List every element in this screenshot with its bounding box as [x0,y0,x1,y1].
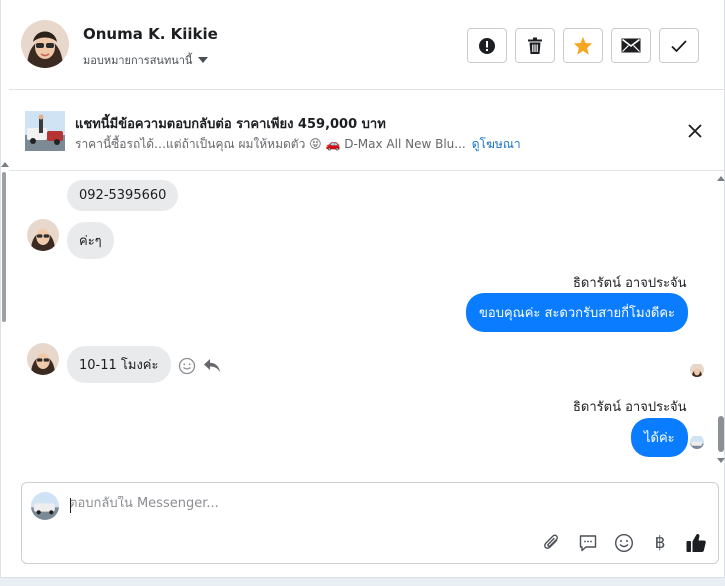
attach-button[interactable] [540,531,564,555]
mail-button[interactable] [611,28,651,63]
ad-thumbnail[interactable] [25,111,65,151]
emoji-icon [614,533,634,553]
contact-avatar [27,343,59,375]
scroll-up-icon[interactable] [1,162,9,167]
scroll-thumb[interactable] [2,172,6,322]
payment-button[interactable]: ฿ [648,531,672,555]
paperclip-icon [544,534,558,549]
right-scrollbar[interactable] [715,172,725,472]
contact-avatar[interactable] [21,20,69,68]
delete-button[interactable] [515,28,555,63]
emoji-button[interactable] [612,531,636,555]
scroll-down-icon[interactable] [717,458,725,463]
contact-name[interactable]: Onuma K. Kiikie [83,25,218,43]
message-bubble-incoming[interactable]: 10-11 โมงค่ะ [67,346,171,383]
ad-description-text: ราคานี้ซื้อรถได้…แต่ถ้าเป็นคุณ ผมให้หมดต… [75,137,466,151]
saved-reply-button[interactable] [576,531,600,555]
ad-description: ราคานี้ซื้อรถได้…แต่ถ้าเป็นคุณ ผมให้หมดต… [75,135,521,154]
sender-name: ธิดารัตน์ อาจประจัน [573,400,687,415]
baht-icon: ฿ [654,533,666,553]
saved-reply-icon [579,535,597,552]
view-ad-link[interactable]: ดูโฆษณา [472,137,521,151]
caret-down-icon [198,57,209,63]
page-avatar [690,435,704,449]
left-scrollbar[interactable] [1,150,9,490]
message-bubble-outgoing[interactable]: ได้ค่ะ [631,418,688,457]
assign-label: มอบหมายการสนทนานี้ [83,54,193,67]
messenger-panel: Onuma K. Kiikie มอบหมายการสนทนานี้ แชทนี… [0,0,725,578]
message-bubble-incoming[interactable]: 092-5395660 [67,180,179,211]
done-button[interactable] [659,28,699,63]
trash-icon [528,37,542,54]
message-bubble-outgoing[interactable]: ขอบคุณค่ะ สะดวกรับสายกี่โมงดีคะ [466,293,689,332]
conversation-header: Onuma K. Kiikie มอบหมายการสนทนานี้ [9,0,725,90]
close-ad-button[interactable] [685,121,705,141]
star-button[interactable] [563,28,603,63]
close-icon [688,124,702,138]
message-composer: ฿ [21,482,719,564]
scroll-up-icon[interactable] [717,176,725,181]
react-emoji-icon[interactable] [178,357,196,375]
scroll-thumb[interactable] [718,416,724,452]
thumbs-up-icon [686,534,706,552]
text-cursor [70,498,71,513]
check-icon [671,39,687,52]
page-avatar [31,492,59,520]
alert-icon [479,37,495,54]
contact-avatar [27,219,59,251]
like-button[interactable] [684,531,708,555]
reply-input[interactable] [69,496,689,511]
read-receipt-avatar [690,363,704,377]
ad-banner: แชทนี้มีข้อความตอบกลับต่อ ราคาเพียง 459,… [9,91,725,171]
message-bubble-incoming[interactable]: ค่ะๆ [67,222,114,259]
sender-name: ธิดารัตน์ อาจประจัน [573,276,687,291]
assign-conversation-dropdown[interactable]: มอบหมายการสนทนานี้ [83,51,209,69]
star-icon [573,36,593,55]
envelope-icon [621,38,641,53]
reply-icon[interactable] [203,358,221,374]
page-bottom-strip [0,578,725,586]
ad-title: แชทนี้มีข้อความตอบกลับต่อ ราคาเพียง 459,… [75,117,386,132]
report-button[interactable] [467,28,507,63]
